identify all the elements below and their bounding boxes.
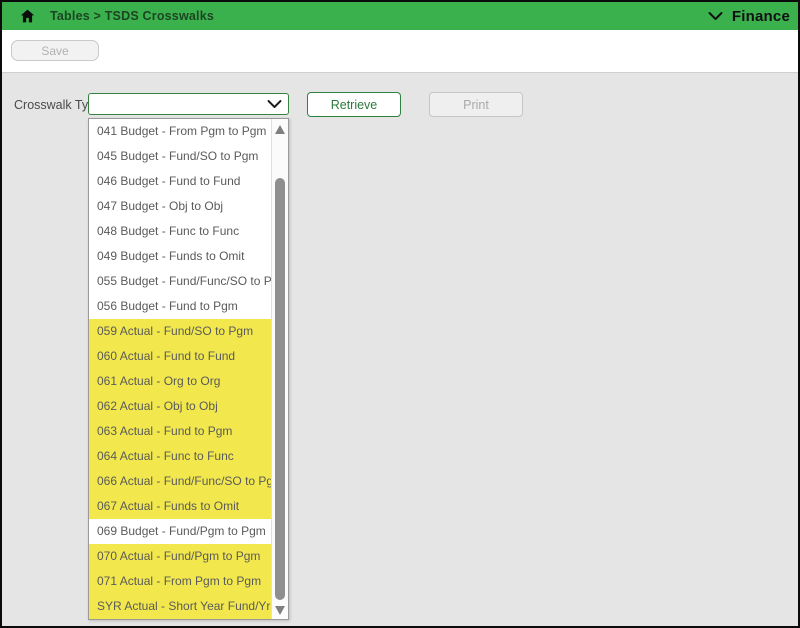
dropdown-option[interactable]: 062 Actual - Obj to Obj <box>89 394 271 419</box>
app-window: Tables > TSDS Crosswalks Finance Save Cr… <box>0 0 800 628</box>
dropdown-option[interactable]: 060 Actual - Fund to Fund <box>89 344 271 369</box>
save-button[interactable]: Save <box>11 40 99 61</box>
dropdown-option[interactable]: SYR Actual - Short Year Fund/Yr <box>89 594 271 619</box>
dropdown-option[interactable]: 063 Actual - Fund to Pgm <box>89 419 271 444</box>
toolbar: Save <box>2 30 798 72</box>
scrollbar-down-arrow-icon[interactable] <box>275 606 285 615</box>
dropdown-option[interactable]: 047 Budget - Obj to Obj <box>89 194 271 219</box>
dropdown-option[interactable]: 048 Budget - Func to Func <box>89 219 271 244</box>
module-name[interactable]: Finance <box>732 8 790 25</box>
dropdown-scrollbar[interactable] <box>271 119 288 619</box>
dropdown-option[interactable]: 069 Budget - Fund/Pgm to Pgm <box>89 519 271 544</box>
dropdown-option[interactable]: 056 Budget - Fund to Pgm <box>89 294 271 319</box>
dropdown-option[interactable]: 046 Budget - Fund to Fund <box>89 169 271 194</box>
crosswalk-type-select[interactable] <box>88 93 289 115</box>
dropdown-option[interactable]: 071 Actual - From Pgm to Pgm <box>89 569 271 594</box>
breadcrumb: Tables > TSDS Crosswalks <box>50 9 214 23</box>
dropdown-option[interactable]: 066 Actual - Fund/Func/SO to Pgm <box>89 469 271 494</box>
dropdown-option[interactable]: 045 Budget - Fund/SO to Pgm <box>89 144 271 169</box>
dropdown-option[interactable]: 067 Actual - Funds to Omit <box>89 494 271 519</box>
print-button[interactable]: Print <box>429 92 523 117</box>
dropdown-option[interactable]: 061 Actual - Org to Org <box>89 369 271 394</box>
dropdown-option[interactable]: 070 Actual - Fund/Pgm to Pgm <box>89 544 271 569</box>
home-icon[interactable] <box>19 8 36 24</box>
chevron-down-icon[interactable] <box>708 11 723 21</box>
dropdown-option[interactable]: 041 Budget - From Pgm to Pgm <box>89 119 271 144</box>
content-panel: Crosswalk Type: Retrieve Print 041 Budge… <box>2 72 798 626</box>
scrollbar-up-arrow-icon[interactable] <box>275 125 285 134</box>
dropdown-options: 041 Budget - From Pgm to Pgm045 Budget -… <box>89 119 271 619</box>
dropdown-option[interactable]: 049 Budget - Funds to Omit <box>89 244 271 269</box>
scrollbar-thumb[interactable] <box>275 178 285 600</box>
dropdown-option[interactable]: 055 Budget - Fund/Func/SO to Pgm <box>89 269 271 294</box>
dropdown-option[interactable]: 059 Actual - Fund/SO to Pgm <box>89 319 271 344</box>
crosswalk-type-dropdown-list: 041 Budget - From Pgm to Pgm045 Budget -… <box>88 118 289 620</box>
dropdown-option[interactable]: 064 Actual - Func to Func <box>89 444 271 469</box>
chevron-down-icon <box>267 99 282 109</box>
retrieve-button[interactable]: Retrieve <box>307 92 401 117</box>
header-bar: Tables > TSDS Crosswalks Finance <box>2 2 798 30</box>
